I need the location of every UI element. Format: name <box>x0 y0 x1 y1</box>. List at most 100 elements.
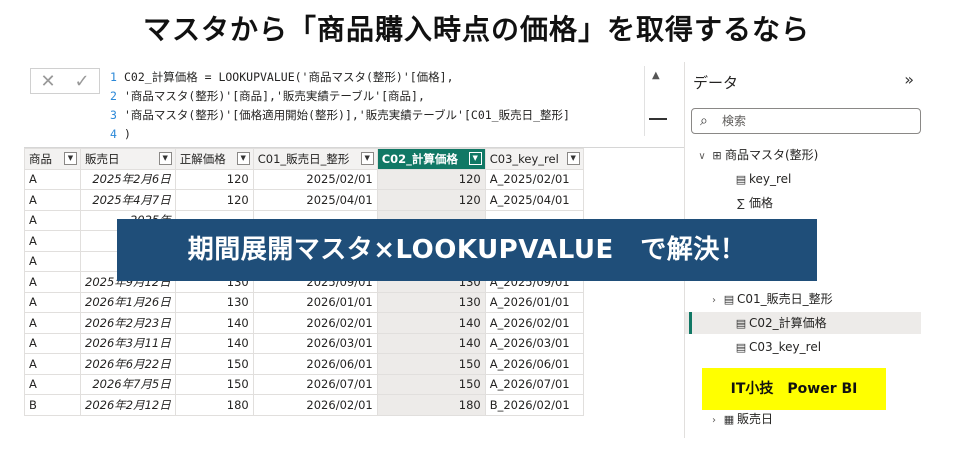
column-header[interactable]: C02_計算価格 ▼ <box>376 148 486 170</box>
tree-item-label: C03_key_rel <box>749 340 822 354</box>
table-cell[interactable]: A <box>24 291 81 313</box>
table-cell[interactable]: 2026/06/01 <box>252 353 378 375</box>
table-cell[interactable]: A <box>24 312 81 334</box>
table-cell[interactable]: 150 <box>376 373 486 395</box>
active-indicator <box>689 312 692 334</box>
collapse-bar <box>649 118 667 120</box>
tree-item[interactable]: ∑ 価格 <box>685 192 921 214</box>
column-header-label: 販売日 <box>85 151 120 166</box>
table-cell[interactable]: B_2026/02/01 <box>484 394 584 416</box>
filter-dropdown-icon[interactable]: ▼ <box>468 152 482 165</box>
chevron-up-icon[interactable]: ▲ <box>652 70 660 81</box>
table-cell[interactable]: 120 <box>174 189 254 211</box>
column-header[interactable]: 販売日 ▼ <box>80 148 176 170</box>
field-icon: ▦ <box>723 413 735 426</box>
table-cell[interactable]: 2025/04/01 <box>252 189 378 211</box>
table-cell[interactable]: 2026/03/01 <box>252 332 378 354</box>
table-cell[interactable]: 2026年2月23日 <box>80 312 176 334</box>
table-row: A 2026年6月22日 150 2026/06/01 150 A_2026/06/01 <box>24 353 584 375</box>
formula-line: 4) <box>110 125 650 144</box>
filter-dropdown-icon[interactable]: ▼ <box>236 152 250 165</box>
table-cell[interactable]: A_2025/04/01 <box>484 189 584 211</box>
column-header-label: C01_販売日_整形 <box>257 151 350 166</box>
formula-line: 2 '商品マスタ(整形)'[商品],'販売実績テーブル'[商品], <box>110 87 650 106</box>
table-cell[interactable]: 140 <box>376 332 486 354</box>
table-cell[interactable]: 120 <box>174 168 254 190</box>
tree-item-label: C01_販売日_整形 <box>737 292 833 306</box>
table-cell[interactable]: 130 <box>376 291 486 313</box>
table-cell[interactable]: A <box>24 332 81 354</box>
table-cell[interactable]: A_2026/06/01 <box>484 353 584 375</box>
table-cell[interactable]: 2026年2月12日 <box>80 394 176 416</box>
table-cell[interactable]: A_2026/02/01 <box>484 312 584 334</box>
formula-expand-control[interactable]: ▲ <box>644 66 670 136</box>
filter-dropdown-icon[interactable]: ▼ <box>566 152 580 165</box>
filter-dropdown-icon[interactable]: ▼ <box>360 152 374 165</box>
formula-line: 1 C02_計算価格 = LOOKUPVALUE('商品マスタ(整形)'[価格], <box>110 68 650 87</box>
table-cell[interactable]: 140 <box>174 332 254 354</box>
table-cell[interactable]: 150 <box>174 373 254 395</box>
tree-item[interactable]: › ▤ C01_販売日_整形 <box>685 288 921 310</box>
table-cell[interactable]: 2026/02/01 <box>252 394 378 416</box>
table-cell[interactable]: 150 <box>174 353 254 375</box>
data-table: 商品 ▼ 販売日 ▼ 正解価格 ▼ C01_販売日_整形 ▼ C02_計算価格 ▼ C03_key_… <box>24 148 584 416</box>
filter-dropdown-icon[interactable]: ▼ <box>158 152 172 165</box>
table-cell[interactable]: 140 <box>174 312 254 334</box>
tree-item[interactable]: › ▦ 販売日 <box>685 408 921 430</box>
tree-item[interactable]: ▤ C03_key_rel <box>685 336 921 358</box>
table-header-row: 商品 ▼ 販売日 ▼ 正解価格 ▼ C01_販売日_整形 ▼ C02_計算価格 ▼ C03_key_… <box>24 148 584 170</box>
tree-item-label: key_rel <box>749 172 792 186</box>
table-cell[interactable]: A <box>24 353 81 375</box>
chevrons-right-icon[interactable]: » <box>904 70 914 89</box>
table-cell[interactable]: 2026年6月22日 <box>80 353 176 375</box>
tree-item[interactable]: ▤ C02_計算価格 <box>685 312 921 334</box>
table-cell[interactable]: 2026年1月26日 <box>80 291 176 313</box>
table-cell[interactable]: A <box>24 271 81 293</box>
formula-editor[interactable]: 1 C02_計算価格 = LOOKUPVALUE('商品マスタ(整形)'[価格],… <box>110 68 650 144</box>
table-cell[interactable]: B <box>24 394 81 416</box>
table-cell[interactable]: 150 <box>376 353 486 375</box>
filter-dropdown-icon[interactable]: ▼ <box>64 152 77 165</box>
table-cell[interactable]: A_2026/01/01 <box>484 291 584 313</box>
table-cell[interactable]: A <box>24 373 81 395</box>
table-cell[interactable]: 180 <box>376 394 486 416</box>
table-cell[interactable]: 120 <box>376 168 486 190</box>
table-cell[interactable]: A <box>24 250 81 272</box>
table-cell[interactable]: 120 <box>376 189 486 211</box>
close-icon[interactable]: ✕ <box>40 71 55 92</box>
chevron-icon[interactable]: › <box>707 410 721 432</box>
table-cell[interactable]: 2025/02/01 <box>252 168 378 190</box>
tree-item[interactable]: ∨ ⊞ 商品マスタ(整形) <box>685 144 921 166</box>
column-header[interactable]: 商品 ▼ <box>24 148 81 170</box>
chevron-icon[interactable]: ∨ <box>695 146 709 168</box>
column-header[interactable]: C01_販売日_整形 ▼ <box>252 148 378 170</box>
table-cell[interactable]: 2026年3月11日 <box>80 332 176 354</box>
table-cell[interactable]: A_2026/07/01 <box>484 373 584 395</box>
table-cell[interactable]: A <box>24 168 81 190</box>
table-cell[interactable]: A_2026/03/01 <box>484 332 584 354</box>
line-number: 4 <box>110 127 117 141</box>
table-cell[interactable]: A_2025/02/01 <box>484 168 584 190</box>
tree-item[interactable]: ▤ key_rel <box>685 168 921 190</box>
table-cell[interactable]: 140 <box>376 312 486 334</box>
column-header[interactable]: C03_key_rel ▼ <box>484 148 584 170</box>
table-cell[interactable]: 2026年7月5日 <box>80 373 176 395</box>
chevron-icon[interactable]: › <box>707 290 721 312</box>
table-cell[interactable]: 2026/02/01 <box>252 312 378 334</box>
page-headline: マスタから「商品購入時点の価格」を取得するなら <box>142 13 810 46</box>
table-cell[interactable]: 130 <box>174 291 254 313</box>
table-cell[interactable]: 2026/07/01 <box>252 373 378 395</box>
tree-item-label: 商品マスタ(整形) <box>725 148 819 162</box>
formula-bar: ✕ ✓ 1 C02_計算価格 = LOOKUPVALUE('商品マスタ(整形)'[… <box>24 62 684 148</box>
table-cell[interactable]: 2025年4月7日 <box>80 189 176 211</box>
table-cell[interactable]: A <box>24 230 81 252</box>
table-cell[interactable]: 2025年2月6日 <box>80 168 176 190</box>
table-cell[interactable]: A <box>24 209 81 231</box>
table-cell[interactable]: A <box>24 189 81 211</box>
check-icon[interactable]: ✓ <box>74 71 89 92</box>
column-header[interactable]: 正解価格 ▼ <box>174 148 254 170</box>
table-cell[interactable]: 2026/01/01 <box>252 291 378 313</box>
search-input[interactable]: ⌕ 検索 <box>691 108 921 134</box>
field-icon: ∑ <box>737 197 745 210</box>
table-cell[interactable]: 180 <box>174 394 254 416</box>
